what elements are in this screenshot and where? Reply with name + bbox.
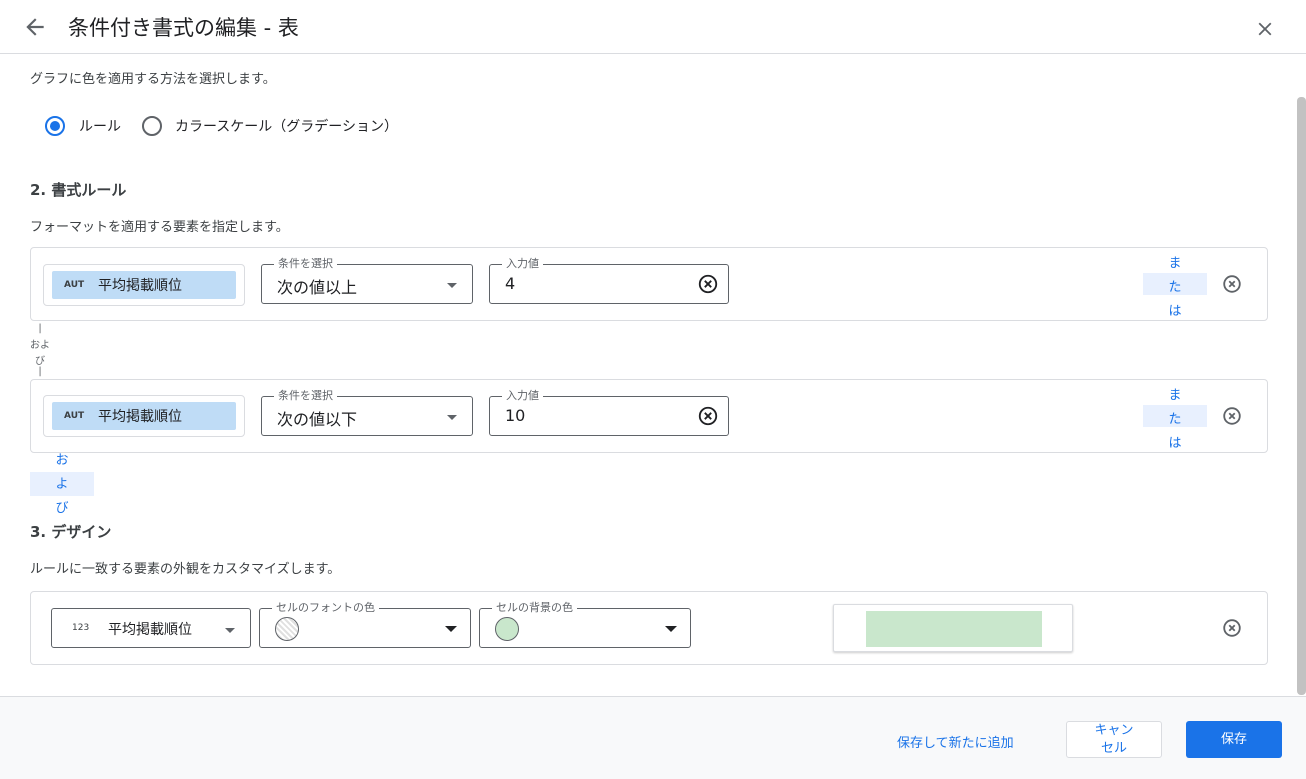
rule-1-or-button[interactable]: ま た は — [1143, 248, 1207, 320]
remove-rule-1-icon[interactable] — [1221, 273, 1243, 295]
rule-2-field-name: 平均掲載順位 — [98, 409, 182, 425]
radio-color-scale[interactable]: カラースケール（グラデーション） — [142, 116, 398, 136]
design-card: 123 平均掲載順位 セルのフォントの色 セルの背景の色 — [30, 591, 1268, 665]
rule-1-condition-select[interactable]: 条件を選択 次の値以上 — [261, 257, 473, 304]
design-description: ルールに一致する要素の外観をカスタマイズします。 — [30, 562, 341, 577]
preview-fill — [866, 611, 1042, 647]
rule-1-field-name: 平均掲載順位 — [98, 278, 182, 294]
rule-2-input-value: 10 — [505, 406, 526, 425]
font-color-swatch-icon — [275, 617, 299, 641]
rule-1-field-chip[interactable]: AUT 平均掲載順位 — [52, 271, 236, 299]
dialog-content: グラフに色を適用する方法を選択します。 ルール カラースケール（グラデーション）… — [0, 54, 1298, 696]
rule-2-field-chip[interactable]: AUT 平均掲載順位 — [52, 402, 236, 430]
rule-1-condition-value: 次の値以上 — [277, 278, 358, 297]
and-connector-line: | — [38, 323, 42, 334]
format-rules-description: フォーマットを適用する要素を指定します。 — [30, 220, 289, 235]
dialog-title: 条件付き書式の編集 - 表 — [68, 16, 299, 40]
chevron-down-icon[interactable] — [665, 626, 677, 632]
rule-2-input-field[interactable]: 入力値 10 — [489, 389, 729, 436]
or-char: ま — [1168, 256, 1182, 271]
font-color-label: セルのフォントの色 — [272, 601, 379, 615]
radio-rule[interactable]: ルール — [45, 116, 121, 136]
background-color-select[interactable]: セルの背景の色 — [479, 601, 691, 648]
or-char: た — [1168, 412, 1182, 427]
remove-design-icon[interactable] — [1221, 617, 1243, 639]
scrollbar[interactable] — [1297, 97, 1306, 695]
or-char: は — [1168, 304, 1182, 319]
rule-2-condition-select[interactable]: 条件を選択 次の値以下 — [261, 389, 473, 436]
design-field-type-tag: 123 — [72, 623, 90, 633]
rule-card-1: AUT 平均掲載順位 条件を選択 次の値以上 入力値 4 ま た は — [30, 247, 1268, 321]
rule-1-condition-label: 条件を選択 — [274, 257, 337, 271]
rule-1-input-field[interactable]: 入力値 4 — [489, 257, 729, 304]
and-char: び — [55, 501, 69, 516]
or-char: た — [1168, 280, 1182, 295]
radio-rule-label: ルール — [79, 119, 121, 135]
rule-1-field-selector[interactable]: AUT 平均掲載順位 — [43, 264, 245, 306]
back-arrow-icon[interactable] — [22, 14, 48, 40]
and-connector-text: び — [35, 356, 45, 367]
rule-2-field-type-tag: AUT — [64, 411, 85, 421]
design-field-select[interactable]: 123 平均掲載順位 — [51, 608, 251, 648]
cancel-label-1: キャン — [1094, 723, 1134, 738]
rule-card-2: AUT 平均掲載順位 条件を選択 次の値以下 入力値 10 ま た は — [30, 379, 1268, 453]
color-method-description: グラフに色を適用する方法を選択します。 — [30, 72, 276, 87]
dialog-footer: 保存して新たに追加 キャン セル 保存 — [0, 696, 1306, 779]
rule-2-field-selector[interactable]: AUT 平均掲載順位 — [43, 395, 245, 437]
save-button[interactable]: 保存 — [1186, 721, 1282, 758]
rule-2-or-button[interactable]: ま た は — [1143, 380, 1207, 452]
remove-rule-2-icon[interactable] — [1221, 405, 1243, 427]
background-color-label: セルの背景の色 — [492, 601, 577, 615]
radio-color-scale-label: カラースケール（グラデーション） — [175, 119, 399, 135]
format-rules-heading: 2. 書式ルール — [30, 181, 127, 199]
save-and-add-button[interactable]: 保存して新たに追加 — [897, 732, 1014, 751]
rule-1-input-label: 入力値 — [502, 257, 543, 271]
rule-1-input-value: 4 — [505, 274, 516, 293]
chevron-down-icon[interactable] — [447, 415, 457, 420]
cancel-label-2: セル — [1100, 741, 1127, 756]
clear-input-icon[interactable] — [697, 273, 719, 295]
chevron-down-icon[interactable] — [225, 628, 235, 633]
cancel-button[interactable]: キャン セル — [1066, 721, 1162, 758]
design-field-name: 平均掲載順位 — [108, 622, 192, 638]
clear-input-icon[interactable] — [697, 405, 719, 427]
rule-2-input-label: 入力値 — [502, 389, 543, 403]
and-connector-text: およ — [30, 340, 50, 351]
or-char: は — [1168, 436, 1182, 451]
or-char: ま — [1168, 388, 1182, 403]
and-char: よ — [55, 477, 69, 492]
and-connector-line: | — [38, 366, 42, 377]
rule-1-field-type-tag: AUT — [64, 280, 85, 290]
rule-2-condition-value: 次の値以下 — [277, 410, 358, 429]
close-icon[interactable] — [1254, 18, 1276, 40]
style-preview — [833, 604, 1073, 652]
chevron-down-icon[interactable] — [445, 626, 457, 632]
chevron-down-icon[interactable] — [447, 283, 457, 288]
add-and-condition-button[interactable]: お よ び — [30, 445, 94, 517]
radio-rule-selected-icon[interactable] — [45, 116, 65, 136]
radio-color-scale-icon[interactable] — [142, 116, 162, 136]
background-color-swatch-icon — [495, 617, 519, 641]
font-color-select[interactable]: セルのフォントの色 — [259, 601, 471, 648]
rule-2-condition-label: 条件を選択 — [274, 389, 337, 403]
dialog-header: 条件付き書式の編集 - 表 — [0, 0, 1306, 54]
design-heading: 3. デザイン — [30, 523, 112, 541]
and-char: お — [55, 453, 69, 468]
